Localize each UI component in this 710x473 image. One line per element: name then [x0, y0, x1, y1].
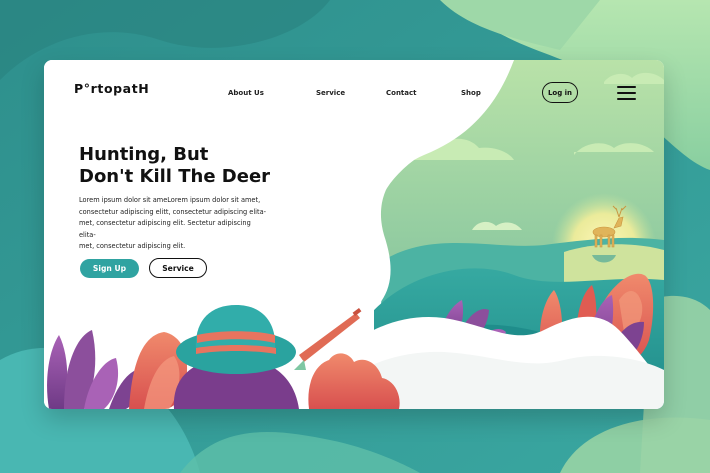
landing-page-card: P°rtopatH About Us Service Contact Shop …	[44, 60, 664, 409]
headline-line-2: Don't Kill The Deer	[79, 166, 271, 187]
login-button[interactable]: Log in	[542, 82, 578, 103]
service-button[interactable]: Service	[149, 258, 207, 278]
body-line-4: met, consectetur adipiscing elit.	[79, 242, 186, 251]
hero-headline: Hunting, But Don't Kill The Deer	[79, 144, 270, 188]
nav-link-about-us[interactable]: About Us	[228, 89, 264, 97]
sign-up-button[interactable]: Sign Up	[80, 259, 139, 278]
body-line-1: Lorem ipsum dolor sit ameLorem ipsum dol…	[79, 196, 261, 204]
hero-body-text: Lorem ipsum dolor sit ameLorem ipsum dol…	[79, 195, 269, 253]
body-line-2: consectetur adipiscing elitt, consectetu…	[79, 207, 267, 216]
brand-logo[interactable]: P°rtopatH	[74, 81, 149, 96]
body-line-3: met, consectetur adipiscing elit. Sectet…	[79, 219, 251, 239]
headline-line-1: Hunting, But	[79, 144, 209, 165]
nav-link-shop[interactable]: Shop	[461, 89, 481, 97]
nav-link-service[interactable]: Service	[316, 89, 345, 97]
nav-link-contact[interactable]: Contact	[386, 89, 417, 97]
hamburger-menu-icon[interactable]	[617, 85, 636, 101]
